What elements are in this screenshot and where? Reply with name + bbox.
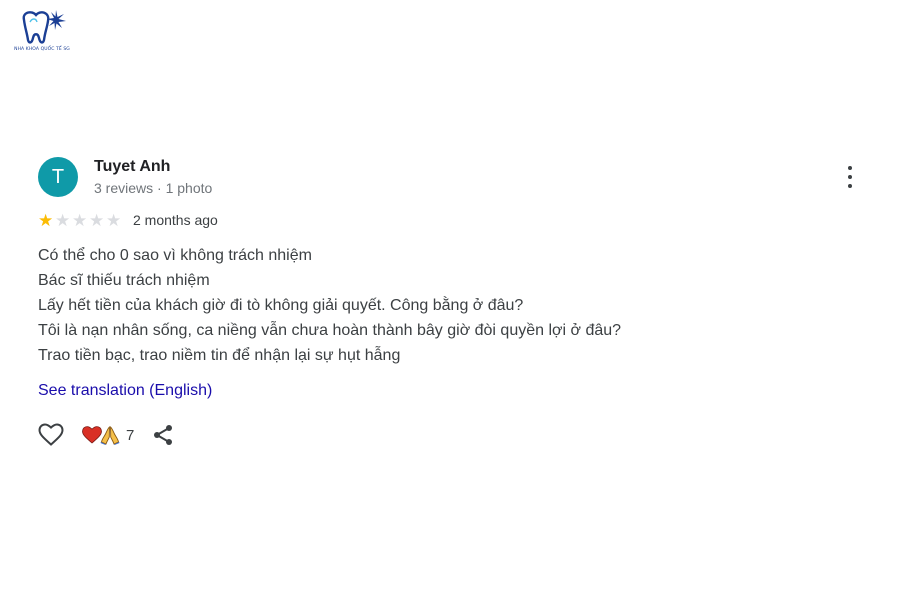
star-empty-icon: ★ [72,210,88,230]
tooth-logo-icon [22,10,66,44]
review-text-line: Tôi là nạn nhân sống, ca niềng vẫn chưa … [38,322,622,339]
more-vert-icon [848,166,852,170]
star-rating: ★ ★ ★ ★ ★ [38,212,123,229]
author-info: Tuyet Anh 3 reviews · 1 photo [94,157,212,198]
more-vert-dot [848,184,852,188]
star-empty-icon: ★ [55,210,71,230]
star-filled-icon: ★ [38,210,54,230]
avatar[interactable]: T [38,157,78,197]
star-empty-icon: ★ [106,210,122,230]
like-button[interactable] [38,421,66,449]
more-vert-dot [848,175,852,179]
star-empty-icon: ★ [89,210,105,230]
review-actions: 7 [38,421,868,449]
author-meta: 3 reviews · 1 photo [94,179,213,196]
review-text-line: Có thể cho 0 sao vì không trách nhiệm [38,247,312,264]
author-name[interactable]: Tuyet Anh [94,157,212,177]
share-button[interactable] [152,421,176,449]
heart-outline-icon [38,423,64,446]
review-card: T Tuyet Anh 3 reviews · 1 photo ★ ★ ★ ★ ★ 2 … [38,156,868,449]
review-text-line: Bác sĩ thiếu trách nhiệm [38,272,210,289]
see-translation-link[interactable]: See translation (English) [38,379,868,403]
review-time: 2 months ago [133,212,218,228]
logo-text: NHA KHOA QUỐC TẾ SG [14,47,70,52]
clinic-logo: NHA KHOA QUỐC TẾ SG [10,8,74,60]
rating-row: ★ ★ ★ ★ ★ 2 months ago [38,211,868,229]
reaction-count: 7 [126,426,135,444]
more-options-button[interactable] [846,166,854,188]
review-text: Có thể cho 0 sao vì không trách nhiệm Bác… [38,243,868,368]
share-icon [154,425,173,445]
review-text-line: Lấy hết tiền của khách giờ đi tò không g… [38,297,524,314]
praying-hands-icon [100,426,120,445]
red-heart-icon [82,426,102,444]
review-header: T Tuyet Anh 3 reviews · 1 photo [38,156,868,198]
review-text-line: Trao tiền bạc, trao niềm tin để nhận lại… [38,347,401,364]
reactions[interactable]: 7 [82,425,134,445]
